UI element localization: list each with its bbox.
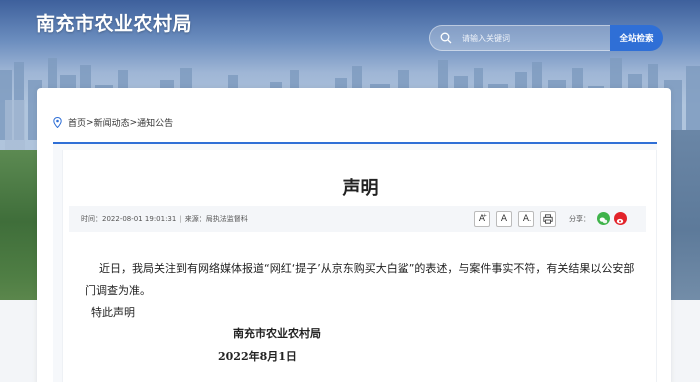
- font-size-controls: A + A A-: [474, 211, 556, 227]
- article-title: 声明: [342, 178, 379, 199]
- breadcrumb: 首页 > 新闻动态 > 通知公告: [53, 116, 173, 129]
- breadcrumb-notice-link[interactable]: 通知公告: [137, 116, 173, 129]
- font-default-button[interactable]: A: [496, 211, 512, 227]
- site-title[interactable]: 南充市农业农村局: [36, 9, 192, 36]
- search-box[interactable]: [429, 25, 611, 51]
- print-icon: [543, 214, 553, 224]
- breadcrumb-home-link[interactable]: 首页: [68, 116, 86, 129]
- breadcrumb-news-link[interactable]: 新闻动态: [94, 116, 130, 129]
- article-source: 来源：局执法监督科: [184, 215, 248, 223]
- signature-organization: 南充市农业农村局: [233, 327, 321, 340]
- publish-time: 时间：2022-08-01 19:01:31: [81, 215, 177, 223]
- site-search-button[interactable]: 全站检索: [610, 25, 663, 51]
- meta-separator: |: [179, 215, 182, 223]
- font-smaller-button[interactable]: A-: [518, 211, 534, 227]
- share-label: 分享：: [569, 215, 590, 223]
- location-pin-icon: [53, 117, 62, 128]
- breadcrumb-separator: >: [129, 117, 138, 128]
- article-meta-bar: 时间：2022-08-01 19:01:31 | 来源：局执法监督科 A + A …: [69, 206, 646, 232]
- signature-date: 2022年8月1日: [218, 350, 297, 363]
- content-card: 首页 > 新闻动态 > 通知公告 声明 时间：2022-08-01 19:01:…: [37, 88, 671, 382]
- wechat-share-icon[interactable]: [597, 212, 610, 225]
- article-panel: 声明 时间：2022-08-01 19:01:31 | 来源：局执法监督科 A +…: [62, 150, 657, 382]
- breadcrumb-separator: >: [86, 117, 94, 128]
- search-icon: [440, 32, 452, 44]
- print-button[interactable]: [540, 211, 556, 227]
- article-paragraph: 近日，我局关注到有网络媒体报道“网红‘提子’从京东购买大白鲨”的表述，与案件事实…: [85, 262, 635, 297]
- article-paragraph: 特此声明: [91, 306, 135, 319]
- font-larger-button[interactable]: A +: [474, 211, 490, 227]
- search-input[interactable]: [462, 33, 602, 43]
- weibo-share-icon[interactable]: [614, 212, 627, 225]
